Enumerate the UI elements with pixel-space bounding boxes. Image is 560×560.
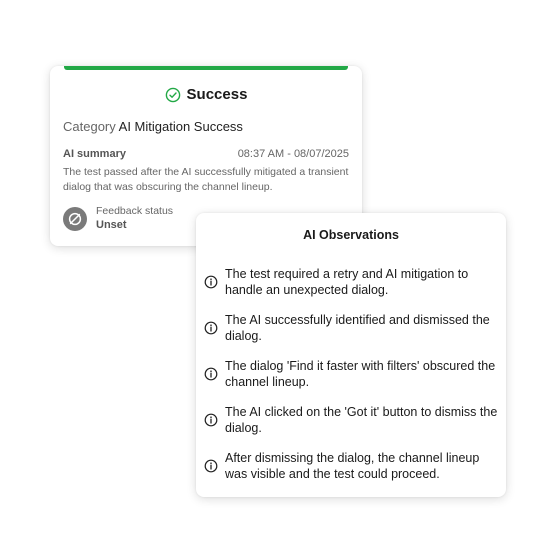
status-bar: [64, 66, 348, 70]
category-row: Category AI Mitigation Success: [63, 119, 243, 134]
info-icon: [204, 459, 218, 473]
summary-header: AI summary 08:37 AM - 08/07/2025: [63, 148, 349, 160]
list-item: The dialog 'Find it faster with filters'…: [204, 351, 498, 397]
feedback-value: Unset: [96, 219, 127, 231]
list-item: The test required a retry and AI mitigat…: [204, 259, 498, 305]
observation-text: The test required a retry and AI mitigat…: [225, 267, 469, 297]
summary-text: The test passed after the AI successfull…: [63, 166, 349, 193]
list-item: The AI successfully identified and dismi…: [204, 305, 498, 351]
title-row: Success: [50, 86, 362, 103]
observation-text: The AI clicked on the 'Got it' button to…: [225, 405, 498, 435]
feedback-label: Feedback status: [96, 205, 174, 217]
info-icon: [204, 367, 218, 381]
ai-observations-card: AI Observations The test required a retr…: [196, 213, 506, 497]
feedback-text: Feedback status Unset: [96, 205, 173, 233]
summary-timestamp: 08:37 AM - 08/07/2025: [237, 148, 349, 160]
observations-title: AI Observations: [303, 228, 399, 242]
observation-text: The dialog 'Find it faster with filters'…: [225, 359, 496, 389]
list-item: The AI clicked on the 'Got it' button to…: [204, 397, 498, 443]
status-title: Success: [186, 86, 248, 103]
observations-list: The test required a retry and AI mitigat…: [204, 259, 498, 489]
category-label: Category: [63, 119, 116, 134]
feedback-status[interactable]: Feedback status Unset: [63, 205, 173, 233]
info-icon: [204, 275, 218, 289]
observation-text: After dismissing the dialog, the channel…: [225, 451, 480, 481]
info-icon: [204, 413, 218, 427]
category-value: AI Mitigation Success: [118, 119, 243, 134]
summary-label: AI summary: [63, 148, 126, 160]
check-circle-icon: [165, 87, 180, 102]
observation-text: The AI successfully identified and dismi…: [225, 313, 490, 343]
info-icon: [204, 321, 218, 335]
list-item: After dismissing the dialog, the channel…: [204, 443, 498, 489]
slash-circle-icon: [63, 207, 87, 231]
